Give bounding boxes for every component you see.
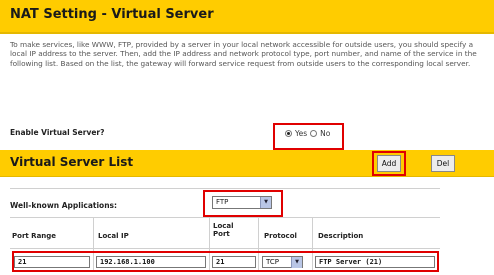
delete-button[interactable]: Del <box>431 155 455 172</box>
select-value: FTP <box>216 198 229 206</box>
col-header-local-port: Local Port <box>213 222 234 238</box>
local-port-input[interactable]: 21 <box>212 256 256 268</box>
protocol-select[interactable]: TCP ▼ <box>262 256 303 268</box>
local-ip-input[interactable]: 192.168.1.100 <box>96 256 206 268</box>
col-header-protocol: Protocol <box>264 232 297 240</box>
port-range-input[interactable]: 21 <box>14 256 90 268</box>
add-button[interactable]: Add <box>377 155 401 172</box>
radio-no-label: No <box>320 129 331 138</box>
col-header-description: Description <box>318 232 364 240</box>
well-known-apps-select[interactable]: FTP ▼ <box>212 196 272 209</box>
enable-virtual-server-label: Enable Virtual Server? <box>10 128 105 137</box>
dropdown-arrow-icon: ▼ <box>260 197 271 208</box>
description-text: To make services, like WWW, FTP, provide… <box>10 40 477 68</box>
protocol-value: TCP <box>266 258 279 266</box>
page-header: NAT Setting - Virtual Server <box>0 0 494 34</box>
grid-line <box>10 188 440 189</box>
well-known-apps-label: Well-known Applications: <box>10 201 118 210</box>
description-input[interactable]: FTP Server (21) <box>315 256 435 268</box>
radio-no[interactable] <box>310 130 318 137</box>
col-header-port-range: Port Range <box>12 232 57 240</box>
dropdown-arrow-icon: ▼ <box>291 257 302 268</box>
enable-radio-group: Yes No <box>285 129 330 138</box>
page-title: NAT Setting - Virtual Server <box>10 7 214 22</box>
list-title: Virtual Server List <box>10 155 134 169</box>
grid-line <box>10 248 440 249</box>
grid-line <box>10 217 440 218</box>
virtual-server-list-header: Virtual Server List <box>0 150 494 177</box>
radio-yes-label: Yes <box>295 129 308 138</box>
radio-yes[interactable] <box>285 130 292 137</box>
col-header-local-ip: Local IP <box>98 232 129 240</box>
nat-virtual-server-panel: NAT Setting - Virtual Server To make ser… <box>0 0 494 275</box>
